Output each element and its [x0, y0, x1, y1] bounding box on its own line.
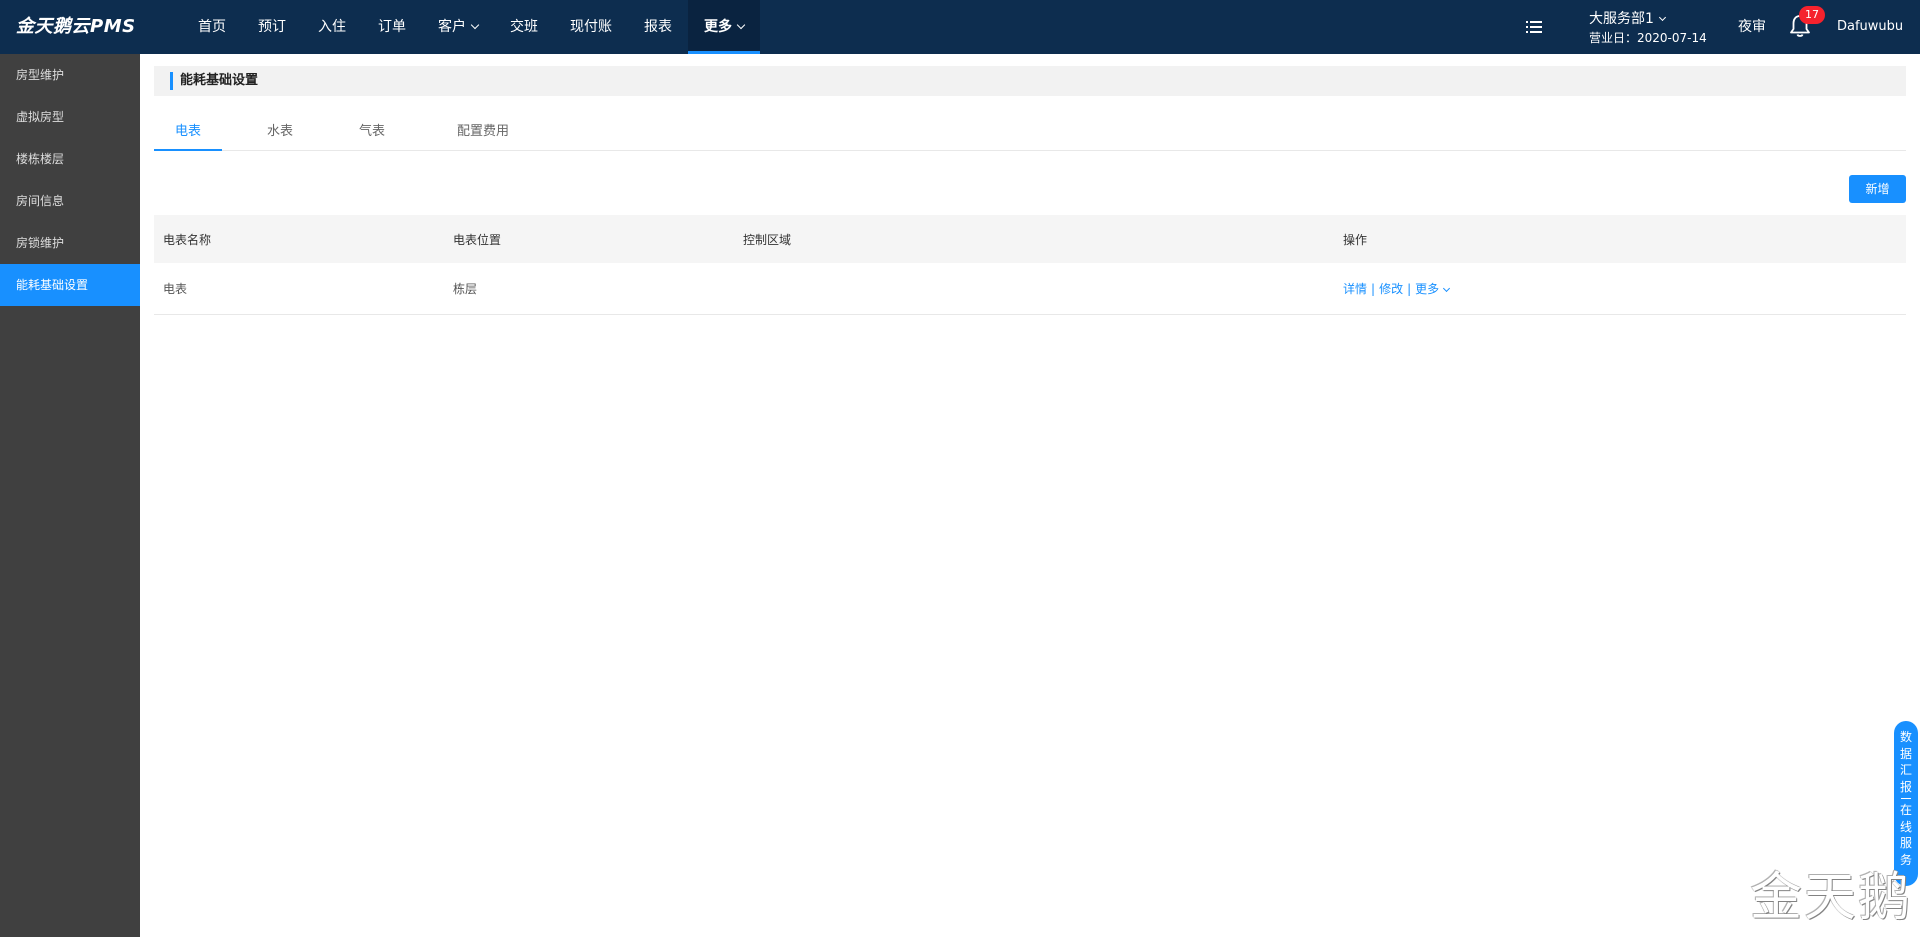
meter-table: 电表名称 电表位置 控制区域 操作 电表 栋层 详情 | 修改 | 更多 — [154, 215, 1906, 315]
nav-item-label: 订单 — [378, 19, 406, 35]
nav-item-reservation[interactable]: 预订 — [242, 0, 302, 54]
main-content: 能耗基础设置 电表 水表 气表 配置费用 新增 电表名称 电表位置 控制区域 操… — [140, 54, 1920, 937]
table-row: 电表 栋层 详情 | 修改 | 更多 — [154, 263, 1906, 315]
edit-link[interactable]: 修改 — [1379, 280, 1403, 297]
business-date: 营业日：2020-07-14 — [1589, 31, 1707, 45]
list-menu-icon[interactable] — [1526, 20, 1542, 34]
nav-item-label: 入住 — [318, 19, 346, 35]
sidebar: 房型维护 虚拟房型 楼栋楼层 房间信息 房锁维护 能耗基础设置 — [0, 54, 140, 937]
column-header: 电表名称 — [163, 232, 212, 247]
tab-water-meter[interactable]: 水表 — [246, 120, 314, 151]
online-service-label: 在线服务 — [1900, 803, 1913, 867]
add-button[interactable]: 新增 — [1849, 175, 1906, 203]
actions-cell: 详情 | 修改 | 更多 — [1343, 263, 1451, 314]
department-name: 大服务部1 — [1589, 11, 1654, 27]
nav-item-label: 首页 — [198, 19, 226, 35]
tab-fee-config[interactable]: 配置费用 — [444, 120, 522, 151]
sidebar-item-room-types[interactable]: 房型维护 — [0, 54, 140, 96]
page-title-bar: 能耗基础设置 — [154, 66, 1906, 96]
nav-item-shift[interactable]: 交班 — [494, 0, 554, 54]
department-selector[interactable]: 大服务部1 营业日：2020-07-14 — [1589, 9, 1707, 47]
nav-item-reports[interactable]: 报表 — [628, 0, 688, 54]
page-title: 能耗基础设置 — [180, 73, 259, 88]
chevron-down-icon — [736, 20, 746, 30]
nav-item-more[interactable]: 更多 — [688, 0, 760, 54]
notification-badge: 17 — [1799, 6, 1825, 24]
sidebar-item-door-locks[interactable]: 房锁维护 — [0, 222, 140, 264]
more-dropdown[interactable]: 更多 — [1415, 280, 1451, 297]
nav-item-checkin[interactable]: 入住 — [302, 0, 362, 54]
table-header: 电表名称 电表位置 控制区域 操作 — [154, 215, 1906, 263]
meter-location-cell: 栋层 — [453, 282, 478, 296]
main-nav: 首页 预订 入住 订单 客户 交班 现付账 报表 更多 — [182, 0, 760, 54]
column-header: 电表位置 — [453, 232, 502, 247]
nav-item-label: 客户 — [438, 19, 466, 35]
title-accent — [170, 72, 173, 90]
divider — [1901, 798, 1911, 799]
floating-service-tab[interactable]: 数据汇报 在线服务 — [1894, 721, 1918, 886]
nav-item-orders[interactable]: 订单 — [362, 0, 422, 54]
nav-item-label: 现付账 — [570, 19, 612, 35]
separator: | — [1407, 281, 1412, 296]
data-report-label: 数据汇报 — [1900, 730, 1913, 794]
app-logo[interactable]: 金天鹅云PMS — [16, 0, 136, 54]
sidebar-item-virtual-room-types[interactable]: 虚拟房型 — [0, 96, 140, 138]
brand-watermark: 金天鹅 — [1750, 868, 1913, 928]
column-header: 操作 — [1343, 232, 1368, 247]
separator: | — [1371, 281, 1376, 296]
sidebar-item-energy-settings[interactable]: 能耗基础设置 — [0, 264, 140, 306]
more-label: 更多 — [1415, 282, 1440, 296]
chevron-down-icon — [1658, 13, 1666, 22]
user-menu[interactable]: Dafuwubu — [1837, 0, 1903, 54]
nav-item-customers[interactable]: 客户 — [422, 0, 494, 54]
sidebar-item-room-info[interactable]: 房间信息 — [0, 180, 140, 222]
nav-item-home[interactable]: 首页 — [182, 0, 242, 54]
details-link[interactable]: 详情 — [1343, 280, 1367, 297]
top-navbar: 金天鹅云PMS 首页 预订 入住 订单 客户 交班 现付账 报表 更多 大服务部… — [0, 0, 1920, 54]
nav-item-label: 报表 — [644, 19, 672, 35]
column-header: 控制区域 — [743, 232, 792, 247]
sidebar-item-buildings-floors[interactable]: 楼栋楼层 — [0, 138, 140, 180]
tab-gas-meter[interactable]: 气表 — [338, 120, 406, 151]
nav-item-label: 预订 — [258, 19, 286, 35]
night-audit-button[interactable]: 夜审 — [1738, 0, 1766, 54]
chevron-down-icon — [470, 20, 480, 30]
nav-item-label: 交班 — [510, 19, 538, 35]
chevron-down-icon — [1443, 284, 1451, 293]
meter-tabs: 电表 水表 气表 配置费用 — [154, 120, 1906, 151]
tab-electric-meter[interactable]: 电表 — [154, 120, 222, 151]
nav-item-label: 更多 — [704, 19, 732, 35]
nav-item-cash-account[interactable]: 现付账 — [554, 0, 628, 54]
meter-name-cell: 电表 — [163, 282, 188, 296]
